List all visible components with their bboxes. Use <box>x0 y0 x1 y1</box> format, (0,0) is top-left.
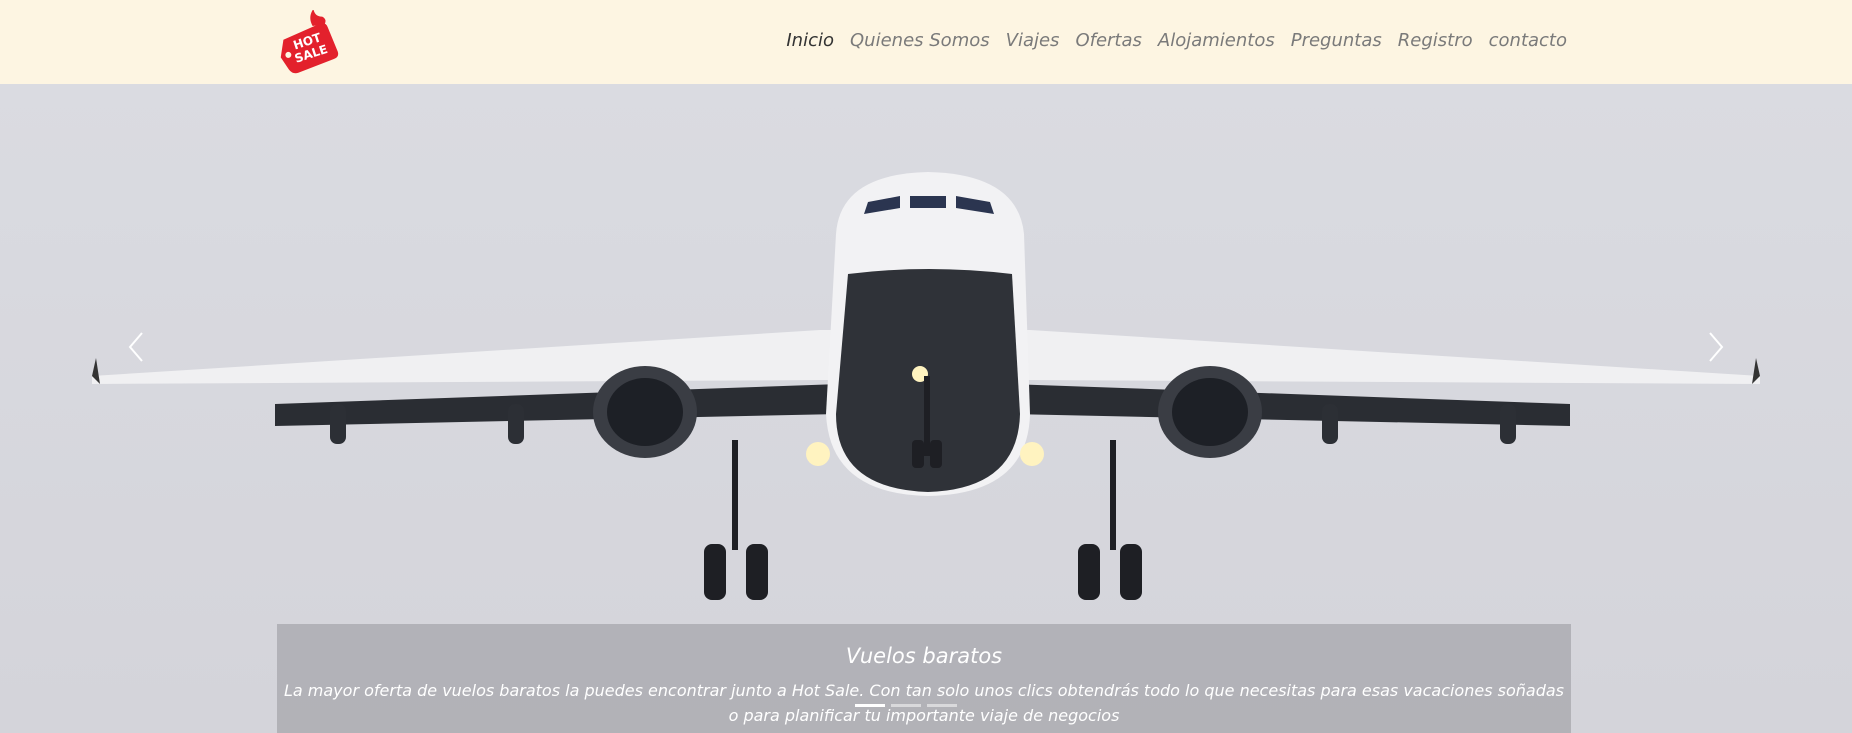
nav-link-contacto[interactable]: contacto <box>1489 30 1567 51</box>
nav-link-registro[interactable]: Registro <box>1398 30 1473 51</box>
caption-title: Vuelos baratos <box>845 644 1003 668</box>
main-nav: Inicio Quienes Somos Viajes Ofertas Aloj… <box>786 30 1567 51</box>
nav-link-viajes[interactable]: Viajes <box>1006 30 1060 51</box>
carousel-indicator-3[interactable] <box>927 704 957 707</box>
hero-carousel: Vuelos baratos La mayor oferta de vuelos… <box>0 84 1852 733</box>
carousel-indicators <box>855 704 957 707</box>
caption-text: La mayor oferta de vuelos baratos la pue… <box>283 681 1564 725</box>
navbar: HOT SALE Inicio Quienes Somos Viajes Ofe… <box>0 0 1852 84</box>
chevron-left-icon <box>128 332 143 362</box>
carousel-indicator-1[interactable] <box>855 704 885 707</box>
chevron-right-icon <box>1709 332 1724 362</box>
carousel-prev-button[interactable] <box>122 327 152 367</box>
nav-link-quienes-somos[interactable]: Quienes Somos <box>850 30 990 51</box>
carousel-caption: Vuelos baratos La mayor oferta de vuelos… <box>277 624 1571 733</box>
nav-link-inicio[interactable]: Inicio <box>786 30 834 51</box>
nav-link-ofertas[interactable]: Ofertas <box>1075 30 1141 51</box>
carousel-indicator-2[interactable] <box>891 704 921 707</box>
hot-sale-logo[interactable]: HOT SALE <box>274 10 344 74</box>
carousel-next-button[interactable] <box>1700 327 1730 367</box>
nav-link-alojamientos[interactable]: Alojamientos <box>1158 30 1275 51</box>
nav-link-preguntas[interactable]: Preguntas <box>1291 30 1382 51</box>
